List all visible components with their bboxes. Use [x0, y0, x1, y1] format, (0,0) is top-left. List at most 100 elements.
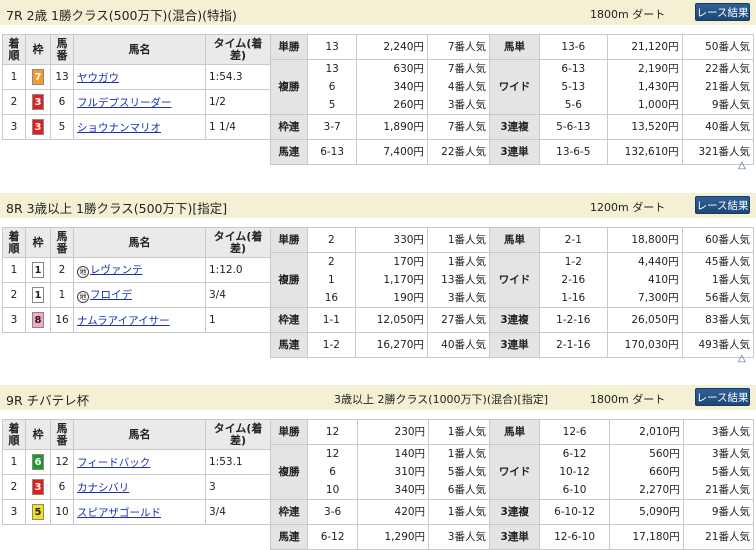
payout-popularity: 7番人気	[447, 63, 487, 75]
payout-amount: 630円	[393, 63, 424, 75]
payout-row: 複勝 12 6 10 140円 310円 340円 1番人気 5番人気 6番人気 ワイド 6-12 10…	[269, 444, 755, 500]
payout-combo-cell: 13-6	[539, 34, 608, 60]
horse-name-link[interactable]: ヤウガウ	[77, 72, 119, 84]
time-cell: 3	[205, 474, 271, 500]
time-cell: 1	[205, 307, 271, 333]
payout-combo: 10-12	[559, 466, 590, 478]
payout-type-label-cell: ワイド	[488, 444, 541, 500]
payout-type-label: 3連複	[500, 121, 529, 133]
payout-popularity: 83番人気	[705, 314, 750, 326]
payout-type-label: ワイド	[498, 81, 531, 93]
rank-cell: 2	[2, 282, 26, 308]
waku-badge: 3	[32, 479, 44, 495]
result-header-cell: 馬名	[73, 227, 206, 258]
waku-badge: 7	[32, 69, 44, 85]
header-label: 馬名	[128, 235, 151, 249]
payout-popularity: 3番人気	[447, 531, 486, 543]
payout-amount: 2,240円	[383, 41, 424, 53]
payout-popularity: 7番人気	[447, 121, 487, 133]
payout-popularity-cell: 1番人気	[428, 419, 490, 445]
payout-combo-cell: 6-12	[307, 524, 359, 550]
horse-name-link[interactable]: カナシバリ	[77, 482, 129, 494]
payout-combo-cell: 13 6 5	[306, 59, 358, 115]
horse-name-link[interactable]: フロイデ	[90, 289, 132, 301]
payout-combo: 13	[325, 63, 339, 75]
payout-amount-cell: 230円	[357, 419, 430, 445]
horse-name-link[interactable]: スピアザゴールド	[77, 507, 161, 519]
payout-combo-cell: 13-6-5	[539, 139, 608, 165]
payout-type-label-cell: 3連単	[489, 139, 541, 165]
payout-amount: 1,890円	[383, 121, 424, 133]
payout-type-label-cell: 馬連	[269, 524, 309, 550]
local-horse-mark: 地	[77, 291, 89, 303]
waku-badge: 1	[32, 287, 44, 303]
payout-combo-cell: 1-1	[306, 307, 356, 333]
payout-popularity: 3番人気	[711, 426, 750, 438]
time-cell: 1:12.0	[205, 257, 271, 283]
payout-type-label-cell: 馬単	[489, 34, 541, 60]
payout-amount: 7,300円	[638, 292, 679, 304]
payout-combo-cell: 6-10-12	[539, 499, 610, 525]
payout-row: 馬連 1-2 16,270円 40番人気 3連単 2-1-16 170,030円 493番人気	[270, 332, 755, 358]
payout-amount-cell: 13,520円	[606, 114, 683, 140]
payout-amount: 4,440円	[638, 256, 679, 268]
payout-amount: 132,610円	[624, 146, 679, 158]
payout-amount-cell: 2,010円	[608, 419, 684, 445]
payout-table: 単勝 2 330円 1番人気 馬単 2-1 18,800円 60番人気 複勝 2 1 16 170円 1,…	[270, 227, 755, 358]
payout-combo-cell: 2 1 16	[306, 252, 356, 308]
payout-amount-cell: 330円	[354, 227, 428, 253]
payout-type-label: 3連単	[500, 146, 529, 158]
horse-name-link[interactable]: ショウナンマリオ	[77, 122, 161, 134]
payout-popularity-cell: 1番人気 5番人気 6番人気	[428, 444, 490, 500]
payout-popularity-cell: 21番人気	[682, 524, 755, 550]
payout-row: 単勝 12 230円 1番人気 馬単 12-6 2,010円 3番人気	[269, 419, 755, 445]
waku-cell: 1	[25, 282, 51, 308]
payout-amount-cell: 17,180円	[608, 524, 684, 550]
time-cell: 1:53.1	[205, 449, 271, 475]
payout-combo: 6-13	[561, 63, 586, 75]
payout-popularity: 50番人気	[705, 41, 750, 53]
payout-amount-cell: 2,190円 1,430円 1,000円	[606, 59, 683, 115]
payout-combo: 1-16	[561, 292, 586, 304]
payout-combo-cell: 3-6	[307, 499, 359, 525]
horse-name-link[interactable]: フルデプスリーダー	[77, 97, 172, 109]
payout-type-label: 3連複	[500, 314, 529, 326]
payout-amount: 2,190円	[638, 63, 679, 75]
payout-combo: 12	[325, 426, 340, 438]
horse-name-link[interactable]: フィードバック	[77, 457, 150, 469]
payout-amount: 18,800円	[631, 234, 679, 246]
payout-combo: 5	[328, 99, 336, 111]
race-title: 7R 2歳 1勝クラス(500万下)(混合)(特指)	[6, 8, 237, 23]
race-distance: 1800m ダート	[590, 8, 666, 21]
waku-badge: 6	[32, 454, 44, 470]
payout-combo: 12-6-10	[554, 531, 596, 543]
race-conditions: 3歳以上 2勝クラス(1000万下)(混合)[指定]	[334, 393, 549, 406]
horse-name-link[interactable]: ナムラアイアイサー	[77, 315, 170, 327]
payout-popularity: 6番人気	[447, 484, 486, 496]
race-result-button[interactable]: レース結果	[695, 3, 750, 21]
payout-amount-cell: 7,400円	[356, 139, 428, 165]
payout-type-label: ワイド	[498, 466, 531, 478]
race-title: 8R 3歳以上 1勝クラス(500万下)[指定]	[6, 201, 228, 216]
payout-popularity-cell: 1番人気 13番人気 3番人気	[426, 252, 491, 308]
waku-badge: 1	[32, 262, 44, 278]
payout-table: 単勝 13 2,240円 7番人気 馬単 13-6 21,120円 50番人気 複勝 13 6 5 63…	[270, 34, 755, 165]
payout-amount: 26,050円	[631, 314, 679, 326]
payout-type-label-cell: 単勝	[269, 419, 309, 445]
payout-type-label-cell: 馬単	[488, 419, 541, 445]
page-top-icon[interactable]: △	[738, 353, 746, 364]
rank-cell: 3	[2, 307, 26, 333]
payout-popularity: 9番人気	[711, 99, 750, 111]
header-label: 馬名	[128, 42, 151, 56]
horse-name-link[interactable]: レヴァンテ	[90, 264, 143, 276]
page-top-icon[interactable]: △	[738, 160, 746, 171]
payout-type-label-cell: 馬単	[489, 227, 541, 253]
race-result-button[interactable]: レース結果	[695, 196, 750, 214]
payout-combo: 2-1-16	[556, 339, 591, 351]
race-result-button[interactable]: レース結果	[695, 388, 750, 406]
payout-amount: 17,180円	[632, 531, 680, 543]
payout-amount-cell: 5,090円	[608, 499, 684, 525]
payout-type-label: 枠連	[278, 314, 300, 326]
race-header: 8R 3歳以上 1勝クラス(500万下)[指定] 1200m ダート レース結果	[0, 193, 756, 218]
payout-type-label-cell: 3連単	[489, 332, 541, 358]
